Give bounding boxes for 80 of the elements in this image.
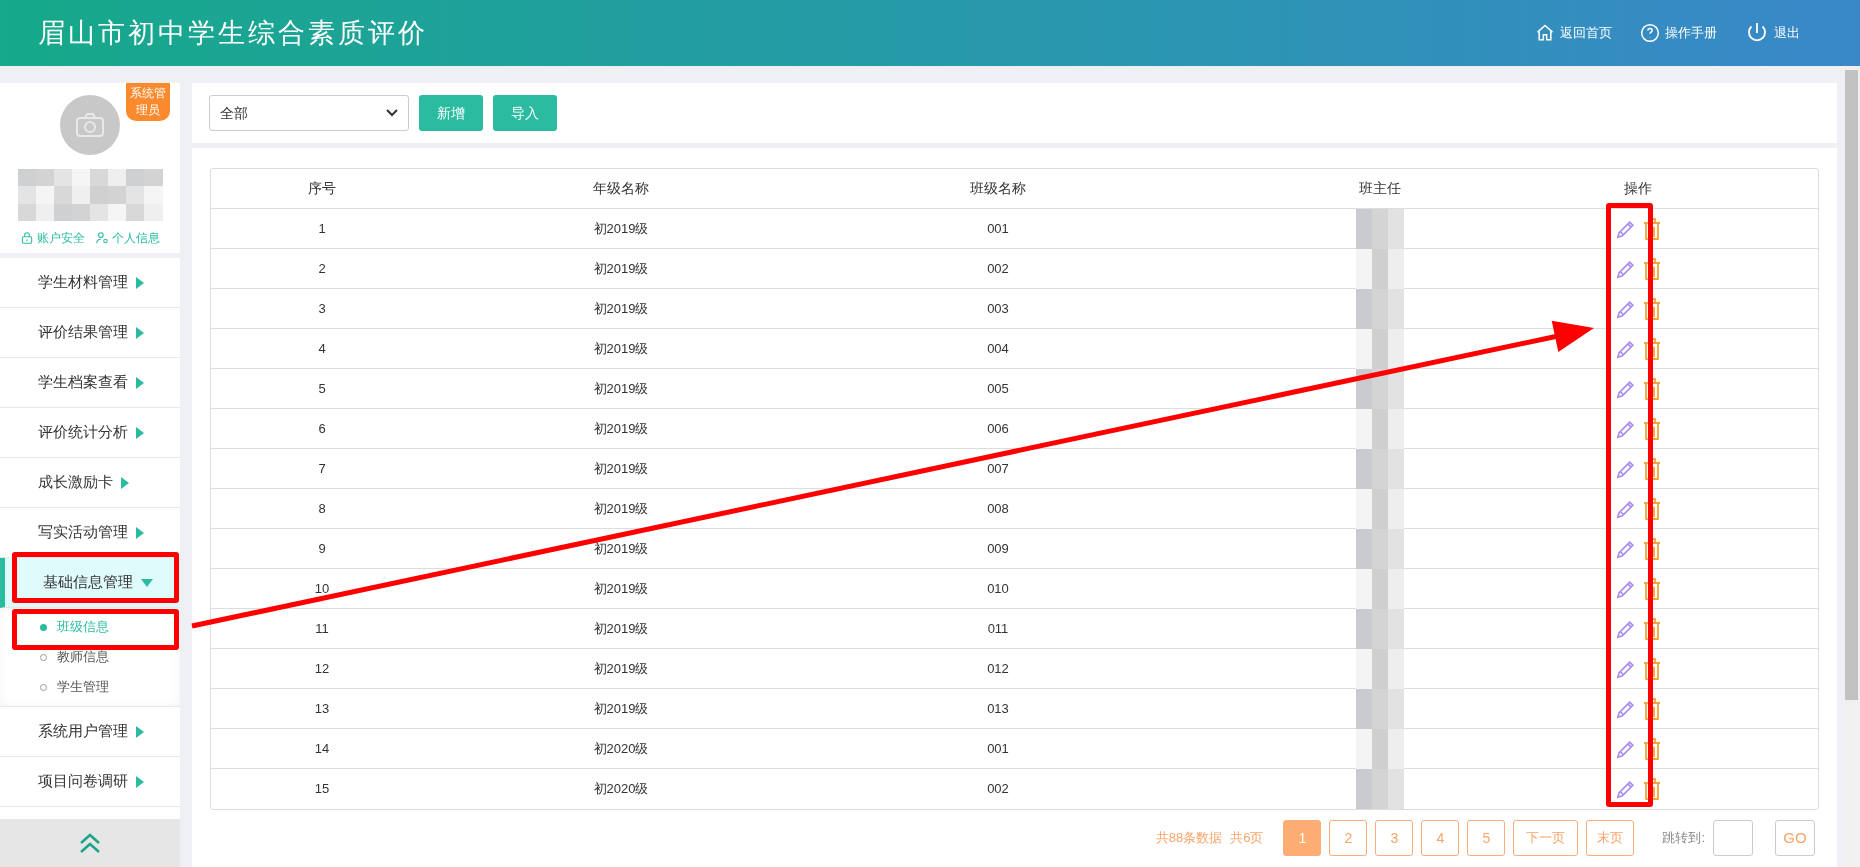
filter-select[interactable]: 全部: [209, 95, 409, 131]
table-cell-text: 初2019级: [593, 380, 649, 399]
table-cell-text: 4: [318, 340, 326, 359]
table-cell-text: 002: [987, 260, 1009, 279]
table-cell-text: 001: [987, 220, 1009, 239]
submenu-item[interactable]: 班级信息: [0, 612, 180, 642]
jump-label: 跳转到:: [1662, 829, 1705, 848]
table-cell-text: 001: [987, 740, 1009, 759]
table-cell-text: 初2019级: [593, 580, 649, 599]
table-cell-text: 初2019级: [593, 500, 649, 519]
table-cell-text: 12: [314, 660, 330, 679]
table-cell-text: 9: [318, 540, 326, 559]
table-cell-text: 初2020级: [593, 740, 649, 759]
table-cell-text: 008: [987, 500, 1009, 519]
table-cell-text: 初2019级: [593, 340, 649, 359]
role-badge: 系统管理员: [126, 83, 170, 121]
table-cell-text: 5: [318, 380, 326, 399]
table-cell-text: 006: [987, 420, 1009, 439]
menu-item[interactable]: 学生档案查看: [0, 358, 180, 408]
column-header: 班主任: [1359, 179, 1401, 198]
table-cell-text: 3: [318, 300, 326, 319]
table-cell-text: 初2019级: [593, 660, 649, 679]
table-cell-text: 2: [318, 260, 326, 279]
header-link[interactable]: 返回首页: [1535, 23, 1612, 43]
menu-item[interactable]: 学生材料管理: [0, 258, 180, 308]
table-cell-text: 15: [314, 780, 330, 799]
table-cell-text: 11: [315, 620, 329, 639]
table-cell-text: 004: [987, 340, 1009, 359]
table-cell-text: 010: [987, 580, 1009, 599]
last-page-button[interactable]: 末页: [1586, 820, 1635, 856]
table-cell-text: 13: [314, 700, 330, 719]
table-cell-text: 初2019级: [593, 260, 649, 279]
table-cell-text: 8: [318, 500, 326, 519]
page-button[interactable]: 3: [1375, 820, 1414, 856]
table-cell-text: 初2020级: [593, 780, 649, 799]
column-header: 年级名称: [593, 179, 649, 198]
table-cell-text: 005: [987, 380, 1009, 399]
table-cell-text: 初2019级: [593, 220, 649, 239]
page-count: 共6页: [1230, 829, 1264, 848]
table-cell-text: 初2019级: [593, 540, 649, 559]
profile-link[interactable]: 个人信息: [95, 229, 160, 247]
table-cell-text: 012: [987, 660, 1009, 679]
column-header: 班级名称: [970, 179, 1026, 198]
page-button[interactable]: 4: [1421, 820, 1460, 856]
table-cell-text: 013: [987, 700, 1009, 719]
table-cell-text: 初2019级: [593, 460, 649, 479]
menu-item[interactable]: 成长激励卡: [0, 458, 180, 508]
page-button[interactable]: 2: [1329, 820, 1368, 856]
submenu-item[interactable]: 教师信息: [0, 642, 180, 672]
profile-link[interactable]: 账户安全: [20, 229, 85, 247]
toolbar-button[interactable]: 导入: [493, 95, 557, 131]
submenu-item[interactable]: 学生管理: [0, 672, 180, 702]
table-cell-text: 初2019级: [593, 300, 649, 319]
app-title: 眉山市初中学生综合素质评价: [38, 15, 428, 50]
table-cell-text: 10: [314, 580, 330, 599]
table-cell-text: 002: [987, 780, 1009, 799]
table-cell-text: 初2019级: [593, 620, 649, 639]
menu-item[interactable]: 系统用户管理: [0, 707, 180, 757]
table-cell-text: 009: [987, 540, 1009, 559]
go-button[interactable]: GO: [1775, 820, 1815, 856]
menu-item[interactable]: 项目问卷调研: [0, 757, 180, 807]
table-cell-text: 1: [318, 220, 326, 239]
table-cell-text: 初2019级: [593, 700, 649, 719]
next-page-button[interactable]: 下一页: [1513, 820, 1579, 856]
table-cell-text: 7: [318, 460, 326, 479]
column-header: 操作: [1624, 179, 1652, 198]
menu-item[interactable]: 评价结果管理: [0, 308, 180, 358]
header-link[interactable]: 退出: [1745, 21, 1800, 45]
column-header: 序号: [308, 179, 336, 198]
table-cell-text: 003: [987, 300, 1009, 319]
page-button[interactable]: 5: [1467, 820, 1506, 856]
total-count: 共88条数据: [1155, 829, 1223, 848]
table-cell-text: 011: [987, 620, 1009, 639]
table-cell-text: 14: [314, 740, 330, 759]
menu-item[interactable]: 评价统计分析: [0, 408, 180, 458]
table-cell-text: 007: [987, 460, 1009, 479]
toolbar-button[interactable]: 新增: [419, 95, 483, 131]
table-cell-text: 初2019级: [593, 420, 649, 439]
table-cell-text: 6: [318, 420, 326, 439]
header-link[interactable]: 操作手册: [1640, 23, 1717, 43]
